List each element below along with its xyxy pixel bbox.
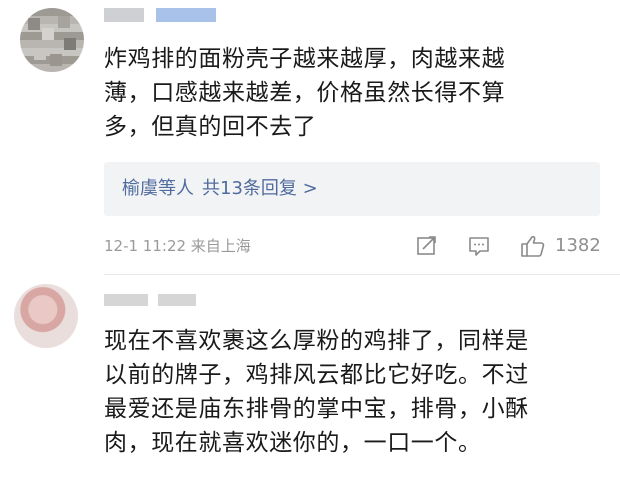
comment-line: 炸鸡排的面粉壳子越来越厚，肉越来越 xyxy=(104,46,506,72)
username-redacted[interactable] xyxy=(104,8,144,22)
user-badge-redacted xyxy=(158,294,196,306)
comment-icon[interactable] xyxy=(467,234,491,258)
like-count: 1382 xyxy=(555,235,601,256)
avatar-pixel xyxy=(58,16,70,28)
reply-count: 共13条回复 > xyxy=(202,178,318,199)
user-badge-redacted xyxy=(156,8,216,22)
comment-text: 现在不喜欢裹这么厚粉的鸡排了，同样是 以前的牌子，鸡排风云都比它好吃。不过 最爱… xyxy=(104,324,604,460)
comment-meta: 12-1 11:22 来自上海 1382 xyxy=(104,232,604,260)
avatar-pixel xyxy=(34,48,46,60)
comment-time-location: 12-1 11:22 来自上海 xyxy=(104,237,251,255)
comment-line: 最爱还是庙东排骨的掌中宝，排骨，小酥 xyxy=(104,396,529,422)
avatar-pixel xyxy=(28,18,40,30)
avatar[interactable] xyxy=(14,284,78,348)
reply-names: 榆虞等人 xyxy=(122,178,194,199)
comment-line: 多，但真的回不去了 xyxy=(104,114,317,140)
share-icon[interactable] xyxy=(415,234,439,258)
comment-divider xyxy=(104,274,620,275)
avatar-pixel xyxy=(50,54,62,66)
comment-line: 以前的牌子，鸡排风云都比它好吃。不过 xyxy=(104,362,529,388)
comment-text: 炸鸡排的面粉壳子越来越厚，肉越来越 薄，口感越来越差，价格虽然长得不算 多，但真… xyxy=(104,42,604,144)
like-icon[interactable] xyxy=(520,234,545,258)
replies-preview[interactable]: 榆虞等人 共13条回复 > xyxy=(104,162,600,216)
avatar-pixel xyxy=(64,38,76,50)
avatar-pixel xyxy=(42,28,54,40)
comment-line: 现在不喜欢裹这么厚粉的鸡排了，同样是 xyxy=(104,328,529,354)
comment-line: 薄，口感越来越差，价格虽然长得不算 xyxy=(104,80,506,106)
comment-thread: 炸鸡排的面粉壳子越来越厚，肉越来越 薄，口感越来越差，价格虽然长得不算 多，但真… xyxy=(0,0,620,484)
username-redacted[interactable] xyxy=(104,294,148,306)
comment-line: 肉，现在就喜欢迷你的，一口一个。 xyxy=(104,430,482,456)
avatar[interactable] xyxy=(20,8,84,72)
replies-link[interactable]: 榆虞等人 共13条回复 > xyxy=(122,178,318,200)
